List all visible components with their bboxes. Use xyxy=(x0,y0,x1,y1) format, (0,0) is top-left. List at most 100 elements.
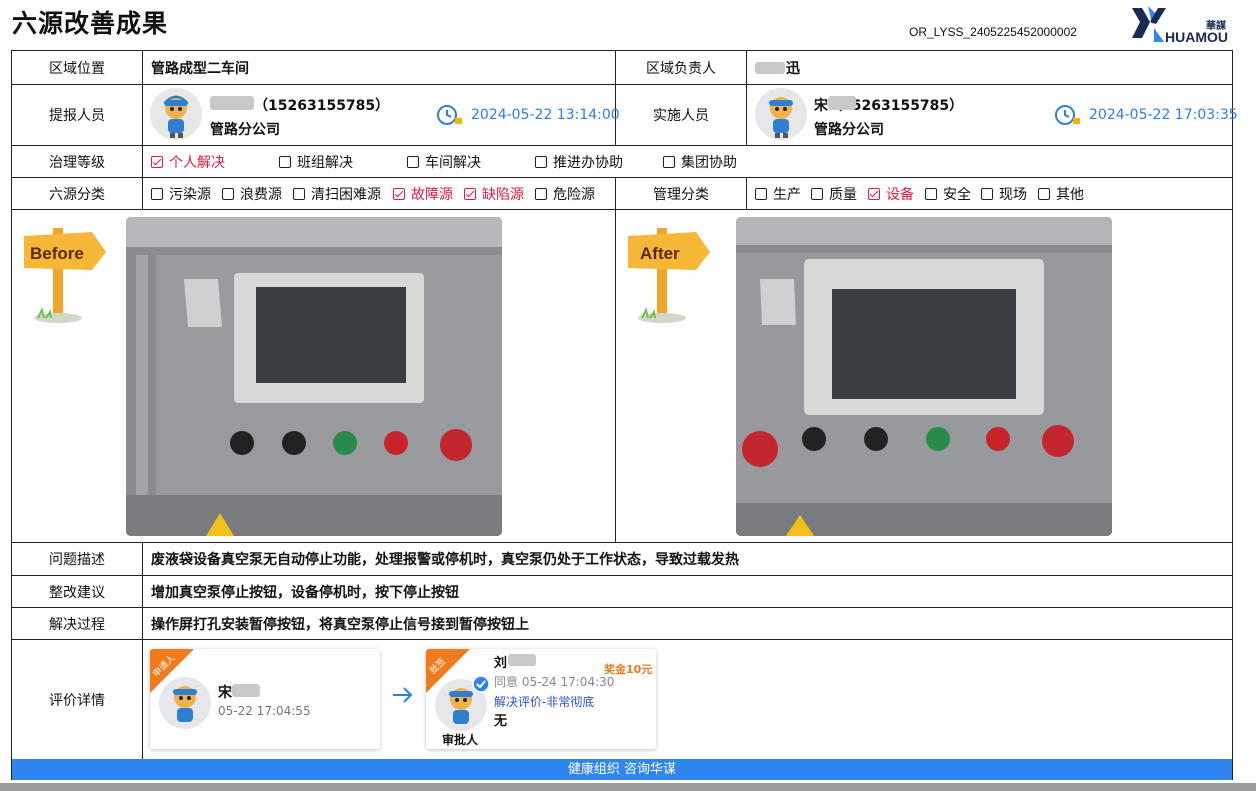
redacted-mask xyxy=(232,684,260,697)
checkbox-icon[interactable] xyxy=(811,187,823,200)
row-divider xyxy=(11,639,1233,640)
problem-value: 废液袋设备真空泵无自动停止功能，处理报警或停机时，真空泵仍处于工作状态，导致过载… xyxy=(151,552,739,568)
sources-option-label: 污染源 xyxy=(169,186,211,203)
sources-option[interactable]: 危险源 xyxy=(535,178,595,209)
column-divider xyxy=(142,50,143,210)
sources-option[interactable]: 缺陷源 xyxy=(464,178,524,209)
proposer-dept: 管路分公司 xyxy=(210,122,280,138)
mgmt-option[interactable]: 设备 xyxy=(868,178,914,209)
mgmt-option[interactable]: 其他 xyxy=(1038,178,1084,209)
checkbox-icon[interactable] xyxy=(925,187,937,200)
approver-status: 同意 05-24 17:04:30 xyxy=(494,675,615,689)
footer-banner: 健康组织 咨询华谋 xyxy=(12,759,1232,780)
process-label: 解决过程 xyxy=(49,616,105,633)
mascot-icon xyxy=(173,686,197,722)
problem-label: 问题描述 xyxy=(49,552,105,568)
proposer-time: 2024-05-22 13:14:00 xyxy=(471,107,620,123)
applicant-name: 宋 xyxy=(218,685,232,701)
mgmt-label: 管理分类 xyxy=(653,186,709,203)
area-label: 区域位置 xyxy=(49,60,105,77)
mgmt-option-label: 现场 xyxy=(999,186,1027,203)
implementer-time: 2024-05-22 17:03:35 xyxy=(1089,107,1238,123)
suggest-value: 增加真空泵停止按钮，设备停机时，按下停止按钮 xyxy=(151,584,459,601)
proposer-label: 提报人员 xyxy=(49,108,105,124)
implementer-avatar xyxy=(755,88,807,140)
mascot-icon xyxy=(769,97,793,138)
after-photo xyxy=(736,217,1112,536)
approver-note: 无 xyxy=(494,714,508,729)
levels-option[interactable]: 车间解决 xyxy=(407,146,481,177)
area-value: 管路成型二车间 xyxy=(151,60,249,77)
checkbox-icon[interactable] xyxy=(222,187,234,200)
approver-name: 刘 xyxy=(494,656,508,671)
before-photo xyxy=(126,217,502,536)
checkbox-checked-icon[interactable] xyxy=(151,155,163,168)
bottom-scroll-strip xyxy=(0,783,1256,791)
checkbox-icon[interactable] xyxy=(755,187,767,200)
sources-option[interactable]: 故障源 xyxy=(393,178,453,209)
levels-option[interactable]: 个人解决 xyxy=(151,146,225,177)
sources-option-label: 缺陷源 xyxy=(482,186,524,203)
checkbox-checked-icon[interactable] xyxy=(464,187,476,200)
before-signpost-icon xyxy=(24,228,106,323)
levels-option[interactable]: 班组解决 xyxy=(279,146,353,177)
checkbox-icon[interactable] xyxy=(151,187,163,200)
checkbox-icon[interactable] xyxy=(535,187,547,200)
redacted-mask xyxy=(828,96,856,110)
after-label: After xyxy=(640,244,680,263)
redacted-mask xyxy=(508,654,536,666)
column-divider xyxy=(746,177,747,210)
mgmt-option[interactable]: 安全 xyxy=(925,178,971,209)
applicant-time: 05-22 17:04:55 xyxy=(218,704,311,718)
implementer-label: 实施人员 xyxy=(653,108,709,124)
document-id: OR_LYSS_2405225452000002 xyxy=(909,25,1077,39)
approver-bonus: 奖金10元 xyxy=(604,663,653,676)
checkbox-icon[interactable] xyxy=(293,187,305,200)
page-title: 六源改善成果 xyxy=(12,9,169,38)
implementer-dept: 管路分公司 xyxy=(814,122,884,138)
checkbox-icon[interactable] xyxy=(981,187,993,200)
mgmt-option[interactable]: 生产 xyxy=(755,178,801,209)
approver-comment: 解决评价-非常彻底 xyxy=(494,695,595,709)
checkbox-icon[interactable] xyxy=(663,155,675,168)
after-machine-image xyxy=(736,217,1112,536)
clock-icon xyxy=(437,105,462,125)
owner-value: 迅 xyxy=(786,60,800,77)
checkbox-checked-icon[interactable] xyxy=(393,187,405,200)
sources-option-label: 清扫困难源 xyxy=(311,186,381,203)
arrow-right-icon xyxy=(393,687,413,703)
sources-option[interactable]: 清扫困难源 xyxy=(293,178,381,209)
mgmt-option[interactable]: 质量 xyxy=(811,178,857,209)
sources-option-label: 浪费源 xyxy=(240,186,282,203)
levels-option-label: 集团协助 xyxy=(681,154,737,171)
mgmt-option-label: 其他 xyxy=(1056,186,1084,203)
after-signpost-icon xyxy=(628,228,710,323)
suggest-label: 整改建议 xyxy=(49,584,105,601)
process-value: 操作屏打孔安装暂停按钮，将真空泵停止信号接到暂停按钮上 xyxy=(151,616,529,633)
checkbox-icon[interactable] xyxy=(407,155,419,168)
sources-option[interactable]: 浪费源 xyxy=(222,178,282,209)
mgmt-option-label: 安全 xyxy=(943,186,971,203)
mascot-icon xyxy=(164,95,188,138)
checkbox-checked-icon[interactable] xyxy=(868,187,880,200)
owner-label: 区域负责人 xyxy=(646,60,716,77)
proposer-avatar xyxy=(150,88,202,140)
checkbox-icon[interactable] xyxy=(535,155,547,168)
proposer-name: （15263155785） xyxy=(254,98,390,114)
row-divider xyxy=(11,209,1233,210)
checkbox-icon[interactable] xyxy=(1038,187,1050,200)
levels-option-label: 班组解决 xyxy=(297,154,353,171)
checkbox-icon[interactable] xyxy=(279,155,291,168)
mgmt-option-label: 质量 xyxy=(829,186,857,203)
redacted-mask xyxy=(755,62,785,74)
sources-option[interactable]: 污染源 xyxy=(151,178,211,209)
levels-option-label: 车间解决 xyxy=(425,154,481,171)
levels-option[interactable]: 推进办协助 xyxy=(535,146,623,177)
mgmt-option-label: 设备 xyxy=(886,186,914,203)
level-label: 治理等级 xyxy=(49,154,105,171)
mgmt-option-label: 生产 xyxy=(773,186,801,203)
page-header: 六源改善成果 OR_LYSS_2405225452000002 華謀 HUAMO… xyxy=(0,0,1256,50)
eval-label: 评价详情 xyxy=(49,692,105,709)
levels-option[interactable]: 集团协助 xyxy=(663,146,737,177)
mgmt-option[interactable]: 现场 xyxy=(981,178,1027,209)
